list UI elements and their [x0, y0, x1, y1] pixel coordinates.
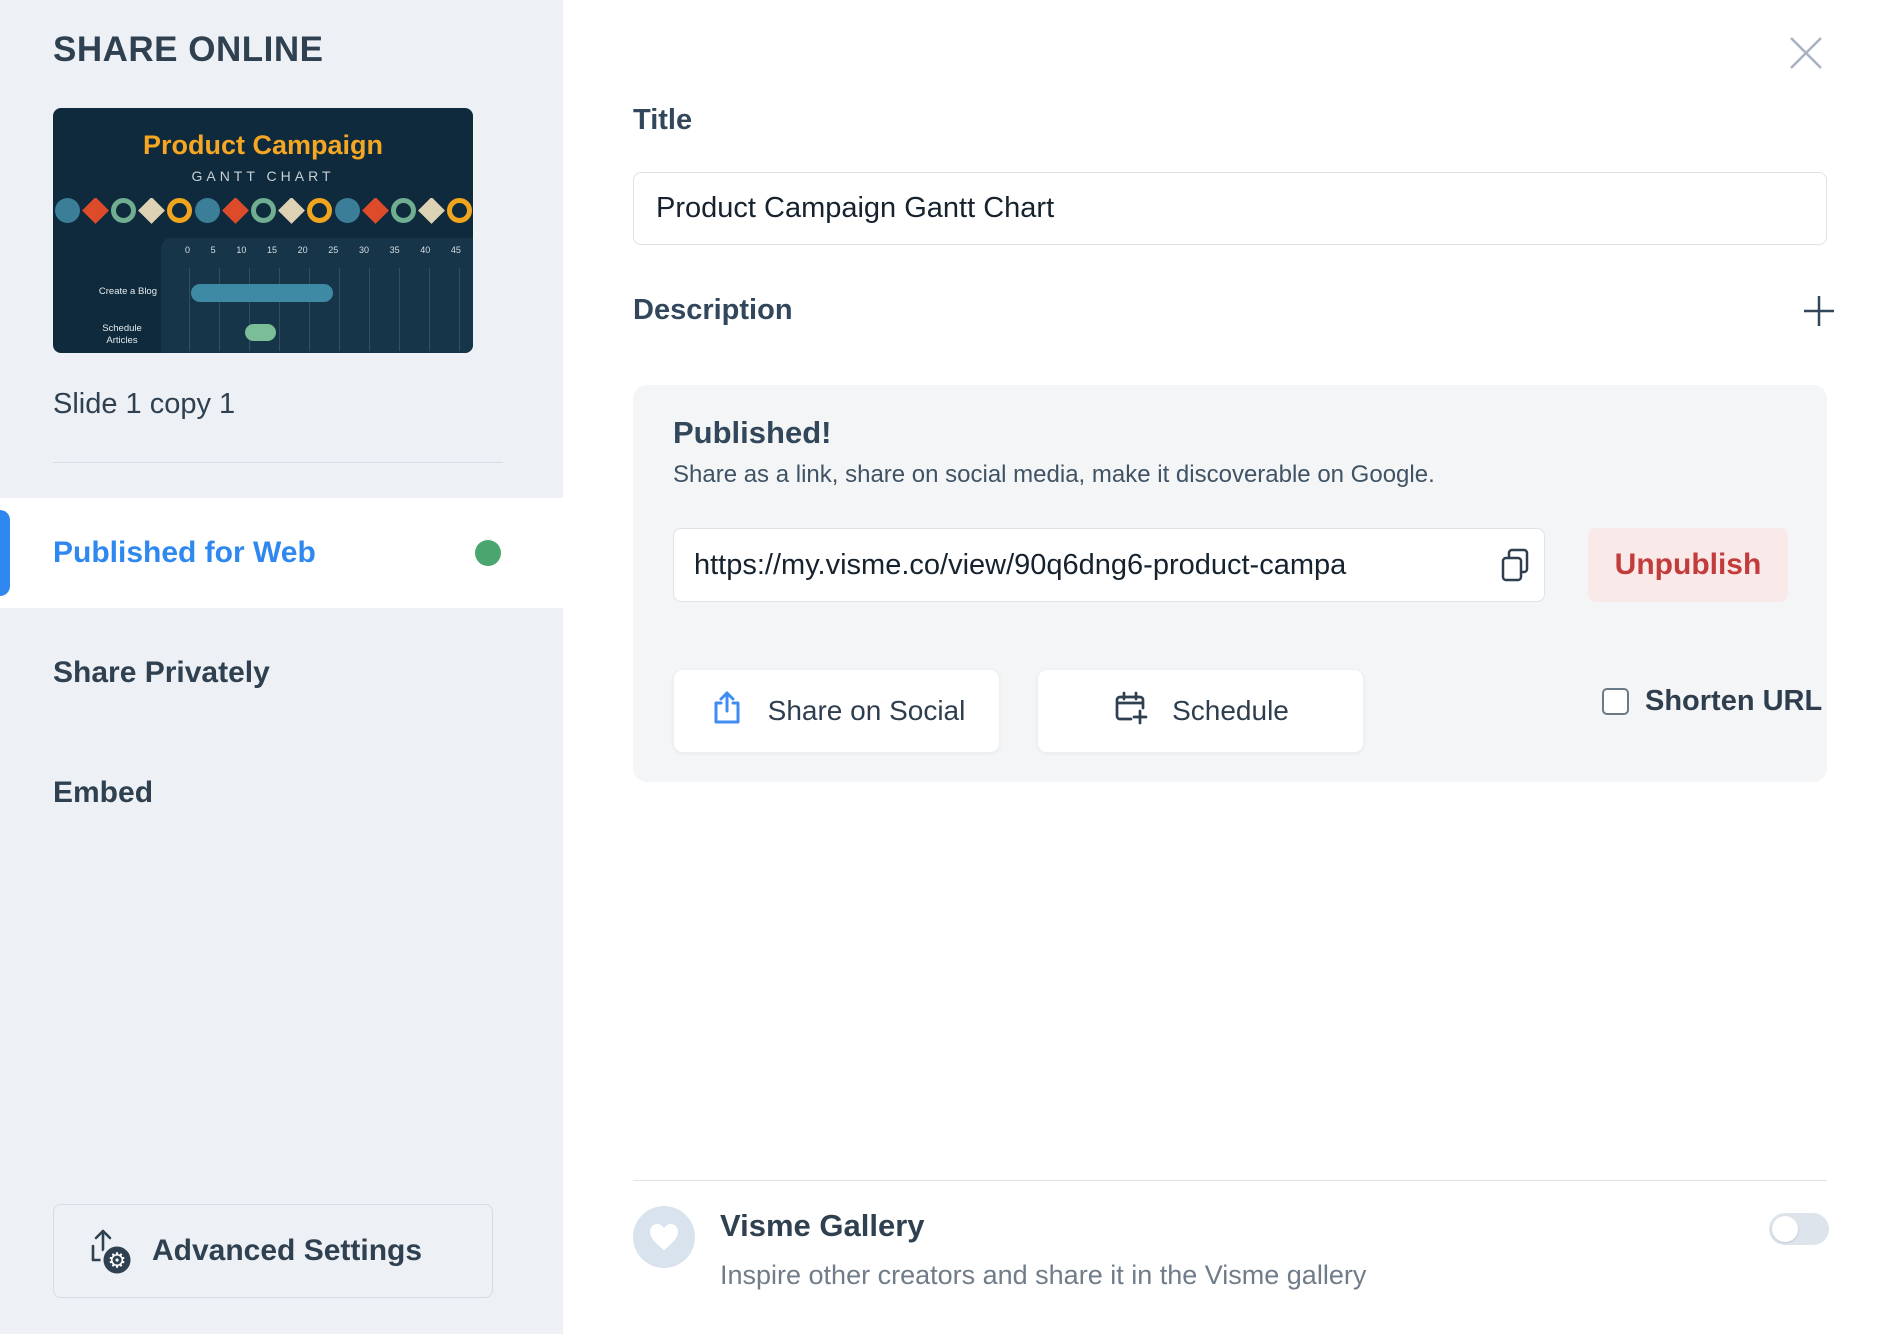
published-status-dot [475, 540, 501, 566]
shape-ring-icon [167, 198, 192, 223]
shape-ring-icon [307, 198, 332, 223]
shorten-url-label: Shorten URL [1645, 685, 1823, 717]
sidebar-item-label: Embed [53, 776, 154, 809]
add-description-icon[interactable] [1802, 294, 1836, 328]
gantt-bar-schedule-articles [245, 324, 276, 341]
shorten-url-checkbox-row[interactable]: Shorten URL [1602, 685, 1822, 718]
visme-gallery-toggle[interactable] [1769, 1213, 1829, 1245]
mini-gantt-panel: 0 5 10 15 20 25 30 35 40 45 [161, 238, 473, 353]
thumbnail-title: Product Campaign [142, 130, 384, 160]
main-panel: Title Description Published! Share as a … [563, 0, 1880, 1334]
slide-thumbnail: Product Campaign GANTT CHART 0 5 10 15 2… [53, 108, 473, 353]
shorten-url-checkbox[interactable] [1602, 688, 1629, 715]
sidebar-divider [53, 462, 503, 463]
gantt-gridlines [189, 268, 460, 351]
sidebar-item-label: Share Privately [53, 656, 270, 689]
shape-diamond-icon [82, 198, 109, 224]
gantt-bar-create-a-blog [191, 284, 333, 302]
publish-url-field [673, 528, 1545, 602]
advanced-settings-icon: ⚙ [84, 1222, 134, 1281]
sidebar-item-share-privately[interactable]: Share Privately [0, 618, 563, 728]
close-icon[interactable] [1782, 29, 1830, 77]
shape-ring-icon [251, 198, 276, 223]
svg-text:⚙: ⚙ [108, 1248, 127, 1272]
axis-tick: 35 [389, 245, 400, 255]
sidebar-item-embed[interactable]: Embed [0, 738, 563, 848]
advanced-settings-button[interactable]: ⚙ Advanced Settings [53, 1204, 493, 1298]
axis-tick: 5 [210, 245, 216, 255]
share-on-social-label: Share on Social [767, 695, 966, 726]
axis-tick: 0 [185, 245, 191, 255]
unpublish-button[interactable]: Unpublish [1588, 528, 1788, 602]
sidebar-item-published-for-web[interactable]: Published for Web [0, 498, 563, 608]
share-on-social-button[interactable]: Share on Social [673, 669, 1000, 753]
dialog-title: SHARE ONLINE [53, 30, 324, 69]
visme-gallery-subtitle: Inspire other creators and share it in t… [720, 1260, 1367, 1290]
axis-tick: 15 [266, 245, 277, 255]
shape-ring-icon [391, 198, 416, 223]
thumbnail-subtitle: GANTT CHART [191, 168, 335, 184]
publish-url-input[interactable] [673, 528, 1545, 602]
gantt-row-label: Create a Blog [98, 286, 157, 297]
shape-circle-icon [335, 198, 360, 223]
shape-circle-icon [55, 198, 80, 223]
shape-ring-icon [447, 198, 472, 223]
visme-gallery-title: Visme Gallery [720, 1208, 925, 1243]
sidebar-item-label: Published for Web [53, 536, 316, 569]
gallery-divider [633, 1180, 1827, 1181]
description-field-label: Description [633, 294, 793, 326]
axis-tick: 10 [236, 245, 247, 255]
active-indicator [0, 510, 10, 596]
toggle-knob [1772, 1216, 1798, 1242]
title-field-label: Title [633, 104, 693, 136]
copy-url-icon[interactable] [1499, 547, 1531, 583]
shape-diamond-icon [418, 198, 445, 224]
sidebar: SHARE ONLINE Product Campaign GANTT CHAR… [0, 0, 563, 1334]
published-panel: Published! Share as a link, share on soc… [633, 385, 1827, 782]
axis-tick: 40 [420, 245, 431, 255]
advanced-settings-label: Advanced Settings [152, 1234, 423, 1267]
slide-name-label: Slide 1 copy 1 [53, 388, 236, 420]
share-online-dialog: SHARE ONLINE Product Campaign GANTT CHAR… [0, 0, 1880, 1334]
shape-ring-icon [111, 198, 136, 223]
heart-icon [633, 1206, 695, 1268]
axis-tick: 45 [450, 245, 461, 255]
gantt-row-label: Schedule Articles [102, 323, 142, 347]
decorative-shapes [55, 198, 473, 224]
schedule-label: Schedule [1172, 695, 1289, 726]
shape-circle-icon [195, 198, 220, 223]
published-subheading: Share as a link, share on social media, … [673, 461, 1435, 488]
gantt-axis-ticks: 0 5 10 15 20 25 30 35 40 45 [185, 245, 461, 255]
shape-diamond-icon [278, 198, 305, 224]
calendar-plus-icon [1112, 689, 1150, 734]
shape-diamond-icon [362, 198, 389, 224]
published-heading: Published! [673, 415, 832, 450]
share-icon [708, 689, 746, 734]
shape-diamond-icon [222, 198, 249, 224]
axis-tick: 25 [328, 245, 339, 255]
axis-tick: 20 [297, 245, 308, 255]
title-input[interactable] [633, 172, 1827, 245]
schedule-button[interactable]: Schedule [1037, 669, 1364, 753]
shape-diamond-icon [138, 198, 165, 224]
axis-tick: 30 [358, 245, 369, 255]
